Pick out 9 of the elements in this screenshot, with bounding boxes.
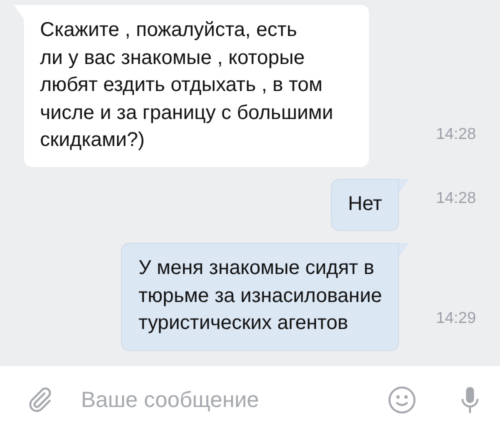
message-time: 14:29 [436,308,476,328]
message-text: Скажите , пожалуйста, есть ли у вас знакомые , которые любят ездить отдыхать , в том числе и за границу с большими скидками?) [39,18,334,153]
message-text: Нет [346,192,383,216]
microphone-icon[interactable] [460,386,480,414]
emoji-icon[interactable] [388,386,416,414]
message-composer[interactable]: Ваше сообщение [0,366,500,433]
message-time: 14:28 [436,124,476,144]
message-text: У меня знакомые сидят в тюрьме за изнасилование туристических агентов [137,256,383,336]
message-time: 14:28 [436,189,476,209]
